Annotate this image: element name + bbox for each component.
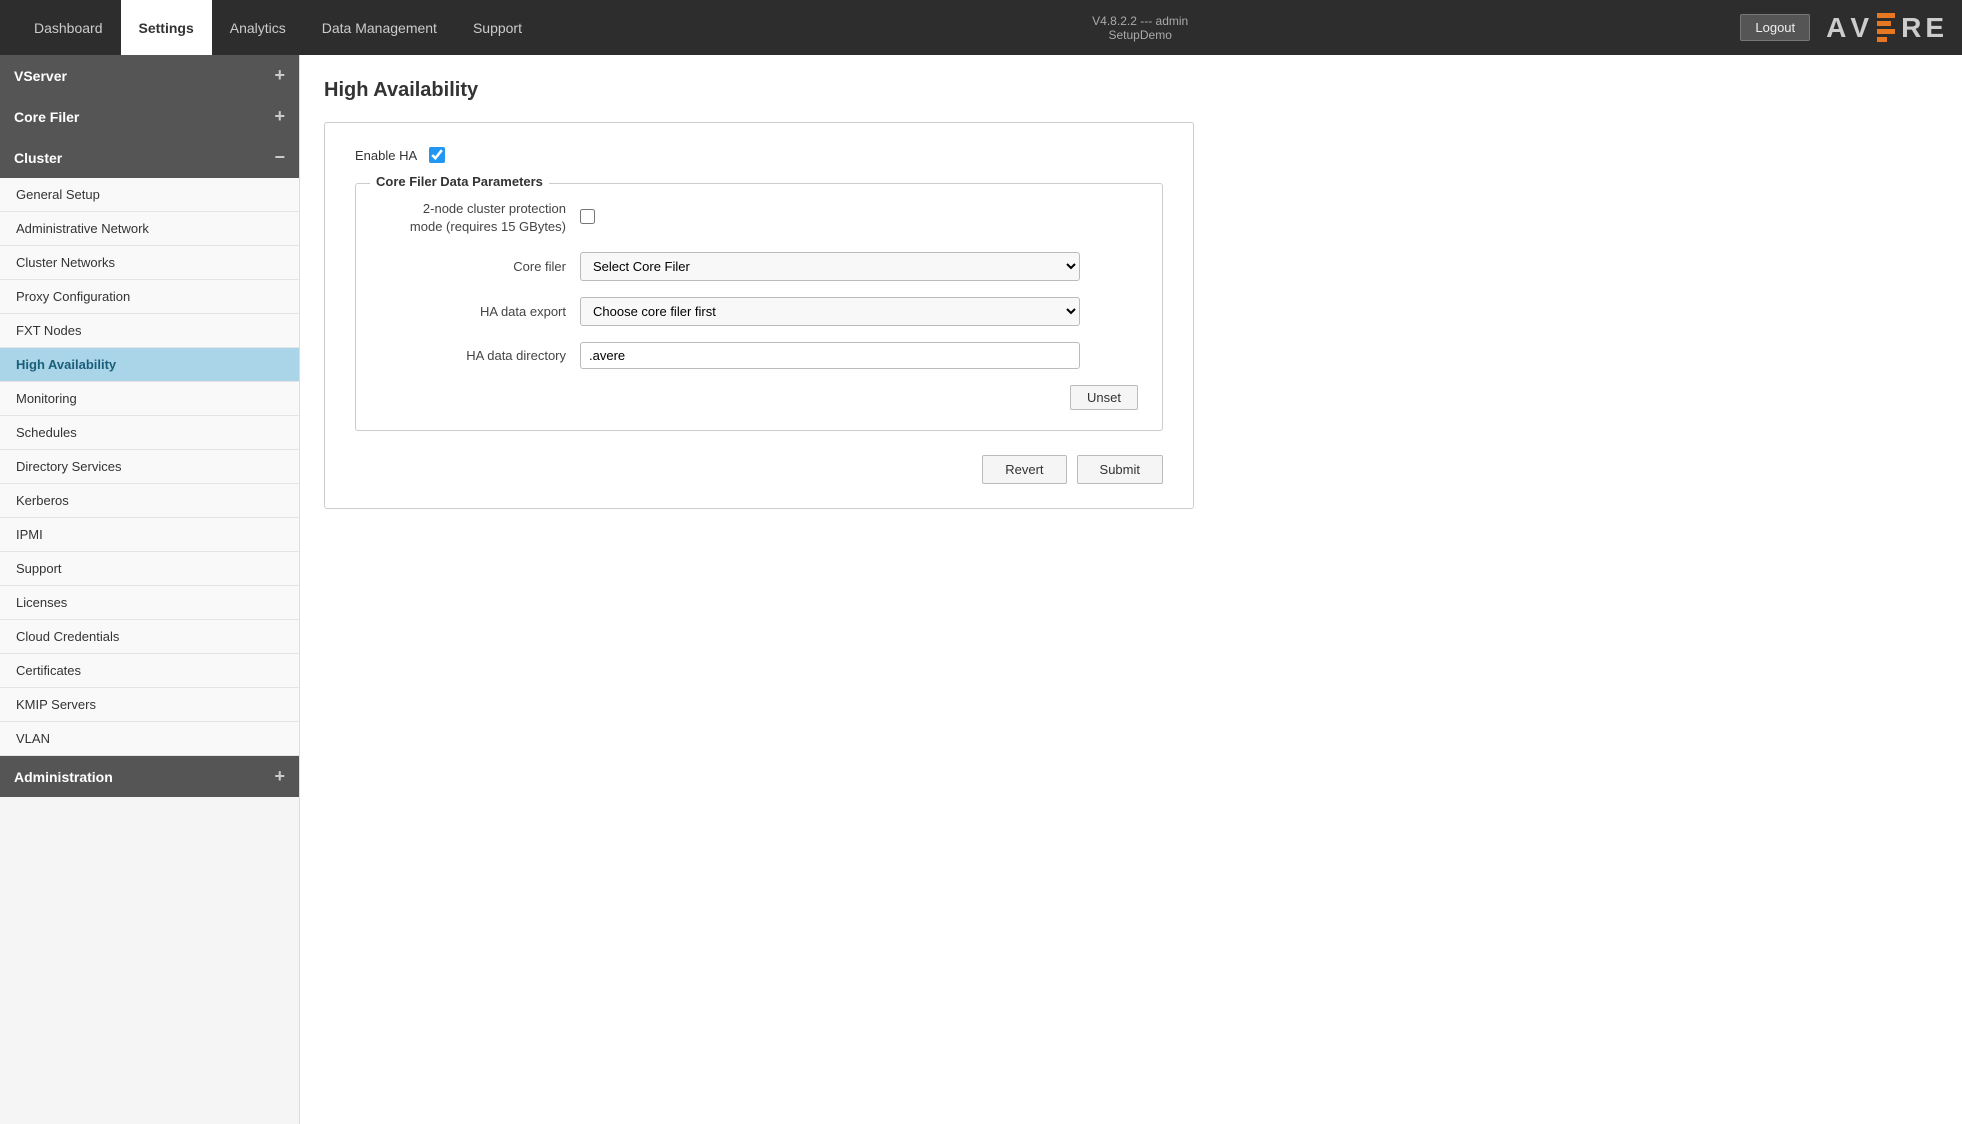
ha-export-label: HA data export (380, 304, 580, 319)
sidebar-item-certificates[interactable]: Certificates (0, 654, 299, 688)
avere-logo: A V R E (1826, 12, 1946, 44)
ha-directory-input[interactable] (580, 342, 1080, 369)
sidebar-item-fxt-nodes[interactable]: FXT Nodes (0, 314, 299, 348)
core-filer-control: Select Core Filer (580, 252, 1080, 281)
topbar: DashboardSettingsAnalyticsData Managemen… (0, 0, 1962, 55)
main-layout: VServer+Core Filer+Cluster−General Setup… (0, 55, 1962, 1124)
submit-button[interactable]: Submit (1077, 455, 1163, 484)
unset-row: Unset (380, 385, 1138, 410)
logo-v: V (1850, 12, 1871, 44)
content-area: High Availability Enable HA Core Filer D… (300, 55, 1962, 1124)
nav-tab-data-management[interactable]: Data Management (304, 0, 455, 55)
ha-export-control: Choose core filer first (580, 297, 1080, 326)
sidebar-item-support[interactable]: Support (0, 552, 299, 586)
logo-r: R (1901, 12, 1923, 44)
logout-button[interactable]: Logout (1740, 14, 1810, 41)
core-filer-select[interactable]: Select Core Filer (580, 252, 1080, 281)
unset-button[interactable]: Unset (1070, 385, 1138, 410)
sidebar-item-ipmi[interactable]: IPMI (0, 518, 299, 552)
ha-export-select[interactable]: Choose core filer first (580, 297, 1080, 326)
enable-ha-checkbox[interactable] (429, 147, 445, 163)
ha-directory-row: HA data directory (380, 342, 1138, 369)
sidebar-item-kmip-servers[interactable]: KMIP Servers (0, 688, 299, 722)
sidebar-item-general-setup[interactable]: General Setup (0, 178, 299, 212)
cluster-name: SetupDemo (1092, 28, 1188, 42)
param-group: Core Filer Data Parameters 2-node cluste… (355, 183, 1163, 431)
sidebar-section-core-filer[interactable]: Core Filer+ (0, 96, 299, 137)
enable-ha-label: Enable HA (355, 148, 417, 163)
version-info: V4.8.2.2 --- admin SetupDemo (1092, 14, 1188, 42)
sidebar-section-vserver[interactable]: VServer+ (0, 55, 299, 96)
sidebar-item-cluster-networks[interactable]: Cluster Networks (0, 246, 299, 280)
logo-e: E (1925, 12, 1946, 44)
ha-directory-label: HA data directory (380, 348, 580, 363)
logo-bar-icon (1877, 13, 1895, 42)
sidebar-item-high-availability[interactable]: High Availability (0, 348, 299, 382)
sidebar-item-schedules[interactable]: Schedules (0, 416, 299, 450)
sidebar-item-vlan[interactable]: VLAN (0, 722, 299, 756)
sidebar-section-administration[interactable]: Administration+ (0, 756, 299, 797)
param-group-legend: Core Filer Data Parameters (370, 174, 549, 189)
sidebar: VServer+Core Filer+Cluster−General Setup… (0, 55, 300, 1124)
two-node-label: 2-node cluster protection mode (requires… (380, 200, 580, 236)
sidebar-item-directory-services[interactable]: Directory Services (0, 450, 299, 484)
nav-tab-settings[interactable]: Settings (121, 0, 212, 55)
topbar-right: Logout A V R E (1740, 12, 1946, 44)
logo-a: A (1826, 12, 1848, 44)
enable-ha-row: Enable HA (355, 147, 1163, 163)
sidebar-item-monitoring[interactable]: Monitoring (0, 382, 299, 416)
two-node-checkbox[interactable] (580, 209, 595, 224)
core-filer-label: Core filer (380, 259, 580, 274)
page-title: High Availability (324, 79, 1938, 102)
two-node-control (580, 209, 1080, 227)
two-node-row: 2-node cluster protection mode (requires… (380, 200, 1138, 236)
sidebar-item-kerberos[interactable]: Kerberos (0, 484, 299, 518)
action-row: Revert Submit (355, 455, 1163, 484)
ha-export-row: HA data export Choose core filer first (380, 297, 1138, 326)
nav-tab-dashboard[interactable]: Dashboard (16, 0, 121, 55)
nav-tabs: DashboardSettingsAnalyticsData Managemen… (16, 0, 540, 55)
sidebar-item-administrative-network[interactable]: Administrative Network (0, 212, 299, 246)
revert-button[interactable]: Revert (982, 455, 1066, 484)
nav-tab-support[interactable]: Support (455, 0, 540, 55)
core-filer-row: Core filer Select Core Filer (380, 252, 1138, 281)
sidebar-item-licenses[interactable]: Licenses (0, 586, 299, 620)
sidebar-section-cluster[interactable]: Cluster− (0, 137, 299, 178)
ha-directory-control (580, 342, 1080, 369)
form-panel: Enable HA Core Filer Data Parameters 2-n… (324, 122, 1194, 509)
nav-tab-analytics[interactable]: Analytics (212, 0, 304, 55)
sidebar-item-proxy-configuration[interactable]: Proxy Configuration (0, 280, 299, 314)
sidebar-item-cloud-credentials[interactable]: Cloud Credentials (0, 620, 299, 654)
version-text: V4.8.2.2 --- admin (1092, 14, 1188, 28)
